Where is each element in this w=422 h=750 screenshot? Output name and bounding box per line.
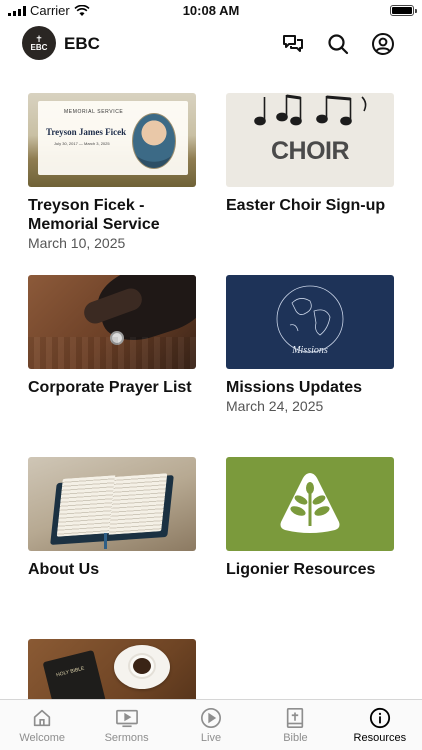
card-title: Ligonier Resources: [226, 561, 376, 578]
tab-live[interactable]: Live: [169, 700, 253, 750]
status-bar: Carrier 10:08 AM: [0, 0, 422, 22]
card-memorial-service[interactable]: MEMORIAL SERVICE Treyson James Ficek Jul…: [28, 93, 196, 251]
missions-thumbnail: Missions: [226, 275, 394, 369]
memorial-thumbnail: MEMORIAL SERVICE Treyson James Ficek Jul…: [28, 93, 196, 187]
card-date: March 24, 2025: [226, 398, 324, 414]
home-icon: [34, 709, 51, 727]
church-logo[interactable]: ✝ EBC: [22, 26, 56, 60]
bible-icon: [287, 708, 304, 728]
tab-sermons[interactable]: Sermons: [84, 700, 168, 750]
ligonier-logo-icon: [280, 473, 340, 533]
search-icon[interactable]: [325, 31, 351, 57]
play-icon: [201, 708, 222, 728]
card-corporate-prayer[interactable]: Corporate Prayer List: [28, 275, 196, 397]
tab-bar: Welcome Sermons Live Bible Resources: [0, 699, 422, 750]
tab-resources[interactable]: Resources: [338, 700, 422, 750]
resources-grid: MEMORIAL SERVICE Treyson James Ficek Jul…: [0, 66, 422, 699]
brand-title: EBC: [64, 34, 100, 53]
tab-label: Welcome: [19, 732, 66, 744]
card-bible-coffee[interactable]: HOLY BIBLE: [28, 639, 196, 699]
memorial-name: Treyson James Ficek: [46, 127, 127, 137]
choir-word: CHOIR: [270, 137, 350, 165]
about-thumbnail: [28, 457, 196, 551]
battery-icon: [390, 5, 417, 16]
card-title: About Us: [28, 561, 100, 578]
card-title: Easter Choir Sign-up: [226, 197, 386, 214]
card-about-us[interactable]: About Us: [28, 457, 196, 579]
tab-label: Sermons: [104, 732, 149, 744]
video-icon: [115, 709, 138, 728]
choir-thumbnail: CHOIR: [226, 93, 394, 187]
messages-icon[interactable]: [280, 31, 306, 57]
card-ligonier-resources[interactable]: Ligonier Resources: [226, 457, 394, 579]
tab-label: Resources: [353, 732, 407, 744]
music-notes-icon: [254, 94, 367, 126]
tab-bible[interactable]: Bible: [253, 700, 337, 750]
tab-welcome[interactable]: Welcome: [0, 700, 84, 750]
card-missions-updates[interactable]: Missions Missions Updates March 24, 2025: [226, 275, 394, 414]
status-time: 10:08 AM: [182, 3, 240, 18]
app-header: ✝ EBC EBC: [0, 22, 422, 66]
account-icon[interactable]: [370, 31, 396, 57]
card-date: March 10, 2025: [28, 235, 126, 251]
info-icon: [369, 707, 390, 729]
logo-text: EBC: [30, 42, 48, 52]
tab-label: Live: [200, 732, 222, 744]
card-title: Treyson Ficek - Memorial Service: [28, 197, 160, 233]
card-easter-choir[interactable]: CHOIR Easter Choir Sign-up: [226, 93, 394, 215]
memorial-caption: MEMORIAL SERVICE: [64, 109, 124, 115]
memorial-dates: July 30, 2017 — March 3, 2025: [54, 141, 110, 146]
tab-label: Bible: [283, 732, 308, 744]
memorial-portrait: [132, 113, 176, 169]
bible-coffee-thumbnail: HOLY BIBLE: [28, 639, 196, 699]
prayer-thumbnail: [28, 275, 196, 369]
missions-word: Missions: [292, 345, 328, 356]
ligonier-thumbnail: [226, 457, 394, 551]
card-title: Corporate Prayer List: [28, 379, 192, 396]
card-title: Missions Updates: [226, 379, 363, 396]
cross-icon: ✝: [35, 33, 43, 44]
